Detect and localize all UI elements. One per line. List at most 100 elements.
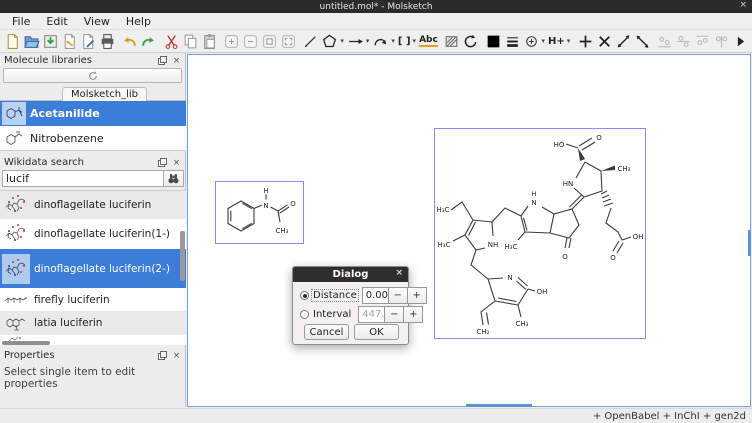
distance-radio[interactable] xyxy=(300,291,309,300)
copy-icon[interactable] xyxy=(182,32,199,51)
zoom-original-icon[interactable] xyxy=(261,32,278,51)
rotate-tool-icon[interactable] xyxy=(462,32,479,51)
distance-decrement-button[interactable]: − xyxy=(389,287,408,304)
wikidata-result-item[interactable]: dinoflagellate luciferin(2-) xyxy=(0,249,186,288)
reaction-arrow-tool-icon-dropdown[interactable]: ▾ xyxy=(366,37,370,45)
atom-label: H₃C xyxy=(437,206,450,214)
dialog-close-icon[interactable]: × xyxy=(395,268,403,278)
interval-radio[interactable] xyxy=(300,310,309,319)
save-as-icon[interactable] xyxy=(61,32,78,51)
interval-decrement-button[interactable]: − xyxy=(385,306,404,323)
acetanilide-molecule[interactable]: H N O CH₃ xyxy=(215,181,304,244)
flip-vertical-icon[interactable] xyxy=(634,32,651,51)
dock-float-icon[interactable] xyxy=(157,55,168,66)
canvas-horizontal-scroll-handle[interactable] xyxy=(466,404,532,407)
menu-file[interactable]: File xyxy=(4,14,38,29)
dock-float-icon[interactable] xyxy=(157,350,168,361)
properties-panel: Properties × Select single item to edit … xyxy=(0,348,186,393)
open-file-icon[interactable] xyxy=(23,32,40,51)
library-item[interactable]: Acetanilide xyxy=(0,101,186,126)
text-tool-icon[interactable]: Abc xyxy=(419,32,438,51)
zoom-fit-icon[interactable] xyxy=(280,32,297,51)
wikidata-vertical-scrollbar[interactable] xyxy=(180,193,185,343)
charge-tool-icon-dropdown[interactable]: ▾ xyxy=(542,37,546,45)
zoom-out-icon[interactable] xyxy=(242,32,259,51)
cut-icon[interactable] xyxy=(163,32,180,51)
interval-value-field[interactable]: 447.90 xyxy=(358,306,385,323)
bracket-tool-icon-dropdown[interactable]: ▾ xyxy=(413,37,417,45)
atom-label: CH₂ xyxy=(477,328,490,336)
canvas-vertical-scroll-handle[interactable] xyxy=(748,230,751,256)
dock-float-icon[interactable] xyxy=(157,157,168,168)
statusbar-text: + OpenBabel + InChI + gen2d xyxy=(593,411,746,422)
toolbar-overflow-icon[interactable] xyxy=(732,32,749,51)
hydrogen-tool-icon-dropdown[interactable]: ▾ xyxy=(567,37,571,45)
move-tool-icon[interactable] xyxy=(577,32,594,51)
wikidata-results-list: dinoflagellate luciferin dinoflagellate l… xyxy=(0,190,186,345)
color-picker-icon[interactable] xyxy=(485,32,502,51)
redo-icon[interactable] xyxy=(140,32,157,51)
dialog-titlebar[interactable]: Dialog × xyxy=(293,267,408,282)
distance-radio-label[interactable]: Distance xyxy=(312,290,358,301)
wikidata-search-button[interactable] xyxy=(164,170,184,187)
dialog-title: Dialog xyxy=(333,269,369,280)
interval-radio-label[interactable]: Interval xyxy=(312,309,352,320)
menu-help[interactable]: Help xyxy=(118,14,159,29)
wikidata-result-item[interactable]: dinoflagellate luciferin(1-) xyxy=(0,219,186,249)
atom-label: O xyxy=(610,254,616,262)
wikidata-result-item[interactable]: latia luciferin xyxy=(0,311,186,335)
ring-tool-icon-dropdown[interactable]: ▾ xyxy=(340,37,344,45)
atom-label: OH xyxy=(633,233,644,241)
zoom-in-icon[interactable] xyxy=(223,32,240,51)
distance-value-field[interactable]: 0.00 xyxy=(362,287,389,304)
save-file-icon[interactable] xyxy=(42,32,59,51)
line-width-icon[interactable] xyxy=(504,32,521,51)
hydrogen-tool-icon[interactable]: H+ xyxy=(548,32,565,51)
atom-label: OH xyxy=(537,288,548,296)
interval-increment-button[interactable]: + xyxy=(404,306,423,323)
draw-tool-icon[interactable] xyxy=(302,32,319,51)
cancel-button[interactable]: Cancel xyxy=(304,324,349,340)
wikidata-search-input[interactable] xyxy=(2,170,164,187)
mechanism-arrow-tool-icon[interactable] xyxy=(372,32,389,51)
wikidata-result-item[interactable]: firefly luciferin xyxy=(0,288,186,311)
drawing-canvas[interactable]: H N O CH₃ HO O CH₃ HN H N xyxy=(187,54,751,407)
atom-label: H xyxy=(532,190,537,198)
dock-close-icon[interactable]: × xyxy=(171,55,182,66)
ring-tool-icon[interactable] xyxy=(321,32,338,51)
hatch-bond-tool-icon[interactable] xyxy=(443,32,460,51)
ok-button[interactable]: OK xyxy=(354,324,399,340)
atom-label: O xyxy=(596,134,602,142)
atom-label: NH xyxy=(488,241,499,249)
wikidata-horizontal-scrollbar[interactable] xyxy=(0,341,180,346)
atom-label: N xyxy=(531,199,536,207)
window-close-icon[interactable]: × xyxy=(739,0,747,10)
menu-edit[interactable]: Edit xyxy=(38,14,75,29)
molecule-thumbnail xyxy=(2,254,30,284)
dock-close-icon[interactable]: × xyxy=(171,350,182,361)
mechanism-arrow-tool-icon-dropdown[interactable]: ▾ xyxy=(391,37,395,45)
charge-tool-icon[interactable] xyxy=(523,32,540,51)
new-file-icon[interactable] xyxy=(4,32,21,51)
refresh-libraries-button[interactable] xyxy=(3,68,182,83)
wikidata-result-item[interactable]: dinoflagellate luciferin xyxy=(0,191,186,219)
luciferin-molecule[interactable]: HO O CH₃ HN H N H₃C H₃C NH H₃C O OH O N … xyxy=(434,128,646,339)
library-item[interactable]: Nitrobenzene xyxy=(0,126,186,151)
wikidata-result-label: dinoflagellate luciferin(1-) xyxy=(34,228,170,240)
library-list: AcetanilideNitrobenzene xyxy=(0,101,186,151)
export-icon[interactable] xyxy=(80,32,97,51)
print-icon[interactable] xyxy=(99,32,116,51)
bracket-tool-icon[interactable]: [ ] xyxy=(398,32,411,51)
reaction-arrow-tool-icon[interactable] xyxy=(347,32,364,51)
delete-tool-icon[interactable] xyxy=(596,32,613,51)
menu-view[interactable]: View xyxy=(76,14,118,29)
distance-increment-button[interactable]: + xyxy=(408,287,427,304)
dock-close-icon[interactable]: × xyxy=(171,157,182,168)
paste-icon[interactable] xyxy=(201,32,218,51)
molecule-thumbnail xyxy=(2,221,30,248)
atom-label: N xyxy=(507,274,512,282)
flip-horizontal-icon[interactable] xyxy=(615,32,632,51)
sidebar: Molecule libraries × Molsketch_lib Aceta… xyxy=(0,53,186,407)
tab-molsketch-lib[interactable]: Molsketch_lib xyxy=(62,87,147,101)
undo-icon[interactable] xyxy=(121,32,138,51)
